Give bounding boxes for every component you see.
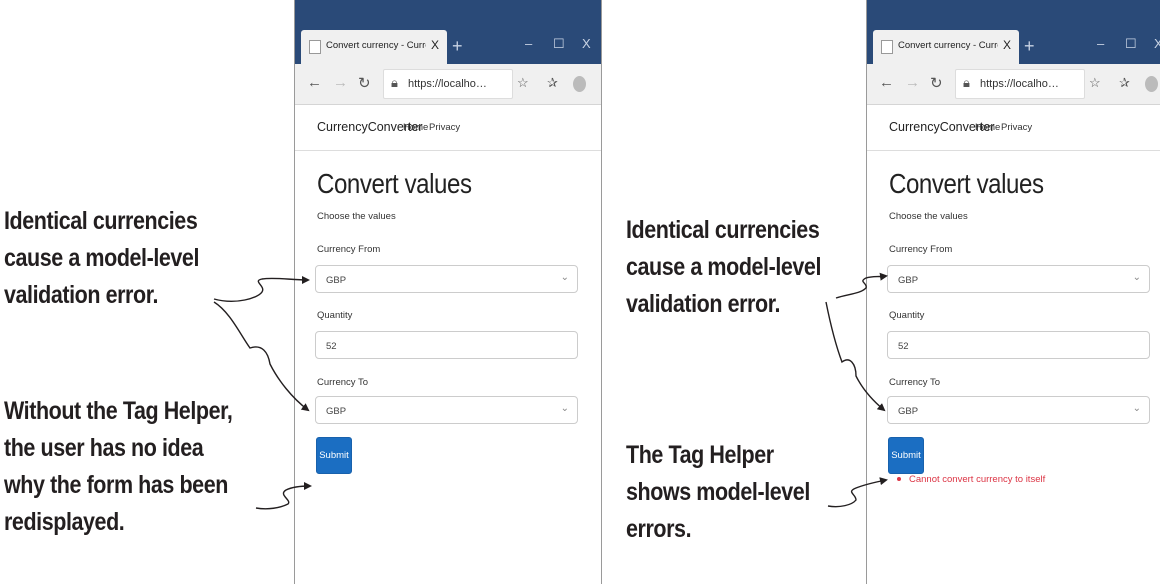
- arrow-to-currency-from: [213, 275, 310, 302]
- callout-arrows: [213, 272, 888, 510]
- arrow-tag-helper: [827, 477, 888, 508]
- arrow-to-currency-from: [835, 272, 888, 299]
- arrow-to-currency-to: [213, 301, 310, 412]
- arrow-without-tag-helper: [255, 482, 312, 510]
- arrow-to-currency-to: [825, 301, 886, 412]
